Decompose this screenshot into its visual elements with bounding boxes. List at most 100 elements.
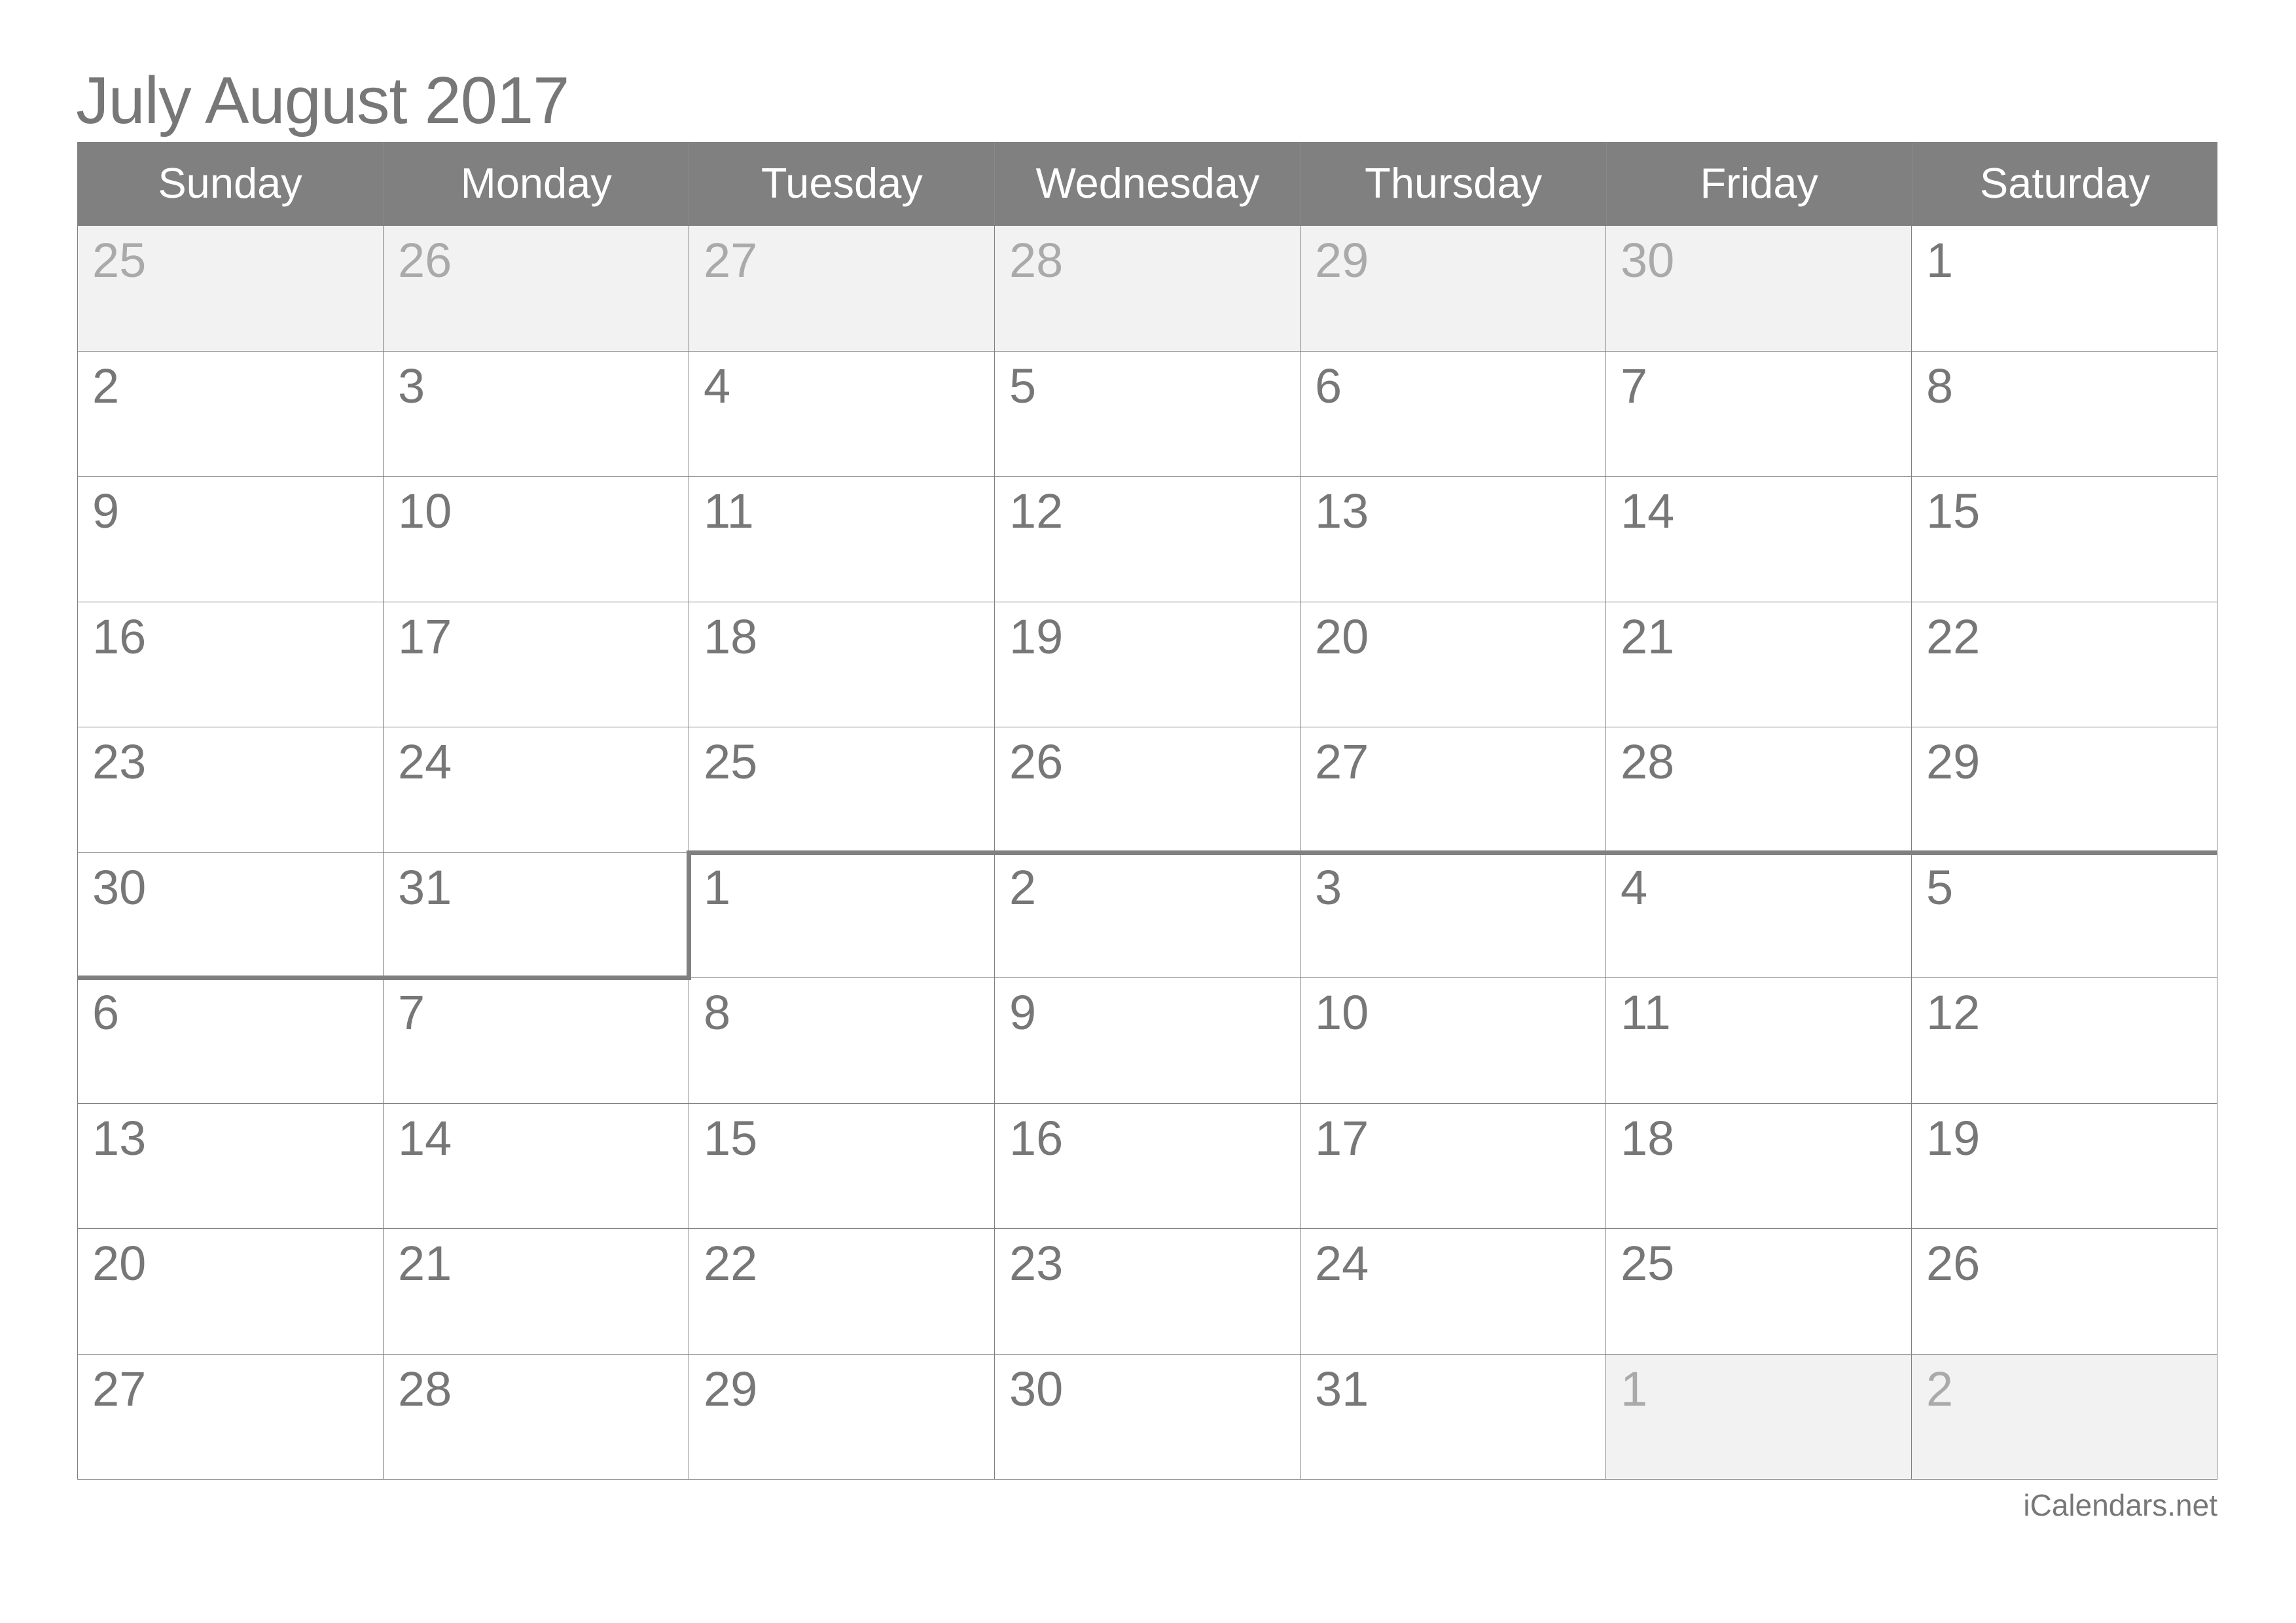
day-cell[interactable]: 12 (1912, 977, 2217, 1103)
month-divider-line (687, 850, 2217, 855)
day-cell[interactable]: 2 (78, 350, 384, 476)
day-cell[interactable]: 1 (689, 852, 995, 977)
day-cell[interactable]: 25 (1606, 1228, 1912, 1354)
day-number: 25 (704, 735, 758, 789)
day-cell[interactable]: 6 (78, 977, 384, 1103)
month-divider-line (687, 850, 692, 977)
day-cell[interactable]: 2 (1912, 1353, 2217, 1479)
day-number: 1 (1926, 233, 1954, 287)
day-cell[interactable]: 31 (384, 852, 689, 977)
day-cell[interactable]: 27 (689, 225, 995, 351)
day-cell[interactable]: 30 (78, 852, 384, 977)
month-divider-line (77, 976, 692, 980)
day-number: 29 (1315, 233, 1369, 287)
day-number: 22 (704, 1236, 758, 1290)
day-number: 19 (1926, 1110, 1981, 1165)
day-cell[interactable]: 22 (1912, 601, 2217, 727)
day-cell[interactable]: 28 (995, 225, 1300, 351)
day-cell[interactable]: 17 (1300, 1103, 1606, 1228)
day-cell[interactable]: 28 (1606, 727, 1912, 852)
day-cell[interactable]: 10 (384, 476, 689, 602)
day-cell[interactable]: 25 (78, 225, 384, 351)
day-cell[interactable]: 18 (689, 601, 995, 727)
day-cell[interactable]: 11 (689, 476, 995, 602)
day-cell[interactable]: 9 (78, 476, 384, 602)
day-cell[interactable]: 19 (995, 601, 1300, 727)
day-number: 27 (1315, 735, 1369, 789)
day-cell[interactable]: 21 (1606, 601, 1912, 727)
day-cell[interactable]: 9 (995, 977, 1300, 1103)
weekday-wednesday: Wednesday (994, 142, 1300, 225)
day-cell[interactable]: 27 (78, 1353, 384, 1479)
day-cell[interactable]: 8 (689, 977, 995, 1103)
day-cell[interactable]: 24 (384, 727, 689, 852)
day-cell[interactable]: 3 (384, 350, 689, 476)
day-cell[interactable]: 20 (1300, 601, 1606, 727)
day-cell[interactable]: 5 (1912, 852, 2217, 977)
day-number: 5 (1926, 860, 1954, 915)
day-number: 5 (1009, 358, 1037, 413)
day-cell[interactable]: 15 (689, 1103, 995, 1228)
day-cell[interactable]: 28 (384, 1353, 689, 1479)
day-cell[interactable]: 12 (995, 476, 1300, 602)
day-cell[interactable]: 16 (995, 1103, 1300, 1228)
day-number: 21 (398, 1236, 452, 1290)
day-number: 12 (1926, 985, 1981, 1040)
day-number: 2 (1926, 1361, 1954, 1416)
day-number: 17 (398, 609, 452, 664)
day-cell[interactable]: 29 (1912, 727, 2217, 852)
day-cell[interactable]: 14 (384, 1103, 689, 1228)
day-number: 20 (92, 1236, 147, 1290)
day-cell[interactable]: 7 (384, 977, 689, 1103)
day-cell[interactable]: 5 (995, 350, 1300, 476)
day-cell[interactable]: 18 (1606, 1103, 1912, 1228)
day-cell[interactable]: 29 (1300, 225, 1606, 351)
day-number: 10 (1315, 985, 1369, 1040)
day-cell[interactable]: 21 (384, 1228, 689, 1354)
day-cell[interactable]: 1 (1606, 1353, 1912, 1479)
day-cell[interactable]: 4 (689, 350, 995, 476)
day-cell[interactable]: 29 (689, 1353, 995, 1479)
day-cell[interactable]: 7 (1606, 350, 1912, 476)
day-cell[interactable]: 17 (384, 601, 689, 727)
day-cell[interactable]: 30 (995, 1353, 1300, 1479)
day-cell[interactable]: 22 (689, 1228, 995, 1354)
weekday-sunday: Sunday (158, 159, 302, 207)
day-cell[interactable]: 30 (1606, 225, 1912, 351)
day-cell[interactable]: 8 (1912, 350, 2217, 476)
day-cell[interactable]: 26 (995, 727, 1300, 852)
weekday-header: Sunday Monday Tuesday Wednesday Thursday Frid… (77, 142, 2217, 225)
day-cell[interactable]: 13 (1300, 476, 1606, 602)
footer-credit: iCalendars.net (2023, 1488, 2217, 1522)
day-cell[interactable]: 27 (1300, 727, 1606, 852)
day-cell[interactable]: 26 (384, 225, 689, 351)
day-cell[interactable]: 4 (1606, 852, 1912, 977)
day-cell[interactable]: 16 (78, 601, 384, 727)
day-cell[interactable]: 20 (78, 1228, 384, 1354)
weekday-saturday: Saturday (1911, 142, 2217, 225)
day-cell[interactable]: 15 (1912, 476, 2217, 602)
day-cell[interactable]: 13 (78, 1103, 384, 1228)
weekday-thursday: Thursday (1300, 142, 1606, 225)
day-cell[interactable]: 6 (1300, 350, 1606, 476)
day-number: 1 (1621, 1361, 1648, 1416)
day-cell[interactable]: 2 (995, 852, 1300, 977)
day-cell[interactable]: 23 (995, 1228, 1300, 1354)
day-cell[interactable]: 19 (1912, 1103, 2217, 1228)
day-number: 6 (92, 985, 120, 1040)
day-cell[interactable]: 23 (78, 727, 384, 852)
day-cell[interactable]: 11 (1606, 977, 1912, 1103)
day-cell[interactable]: 10 (1300, 977, 1606, 1103)
day-cell[interactable]: 3 (1300, 852, 1606, 977)
day-cell[interactable]: 14 (1606, 476, 1912, 602)
day-cell[interactable]: 26 (1912, 1228, 2217, 1354)
day-number: 4 (704, 358, 731, 413)
day-cell[interactable]: 1 (1912, 225, 2217, 351)
day-number: 26 (398, 233, 452, 287)
day-cell[interactable]: 24 (1300, 1228, 1606, 1354)
day-number: 27 (92, 1361, 147, 1416)
day-cell[interactable]: 25 (689, 727, 995, 852)
day-number: 2 (92, 358, 120, 413)
day-number: 30 (1009, 1361, 1064, 1416)
day-cell[interactable]: 31 (1300, 1353, 1606, 1479)
